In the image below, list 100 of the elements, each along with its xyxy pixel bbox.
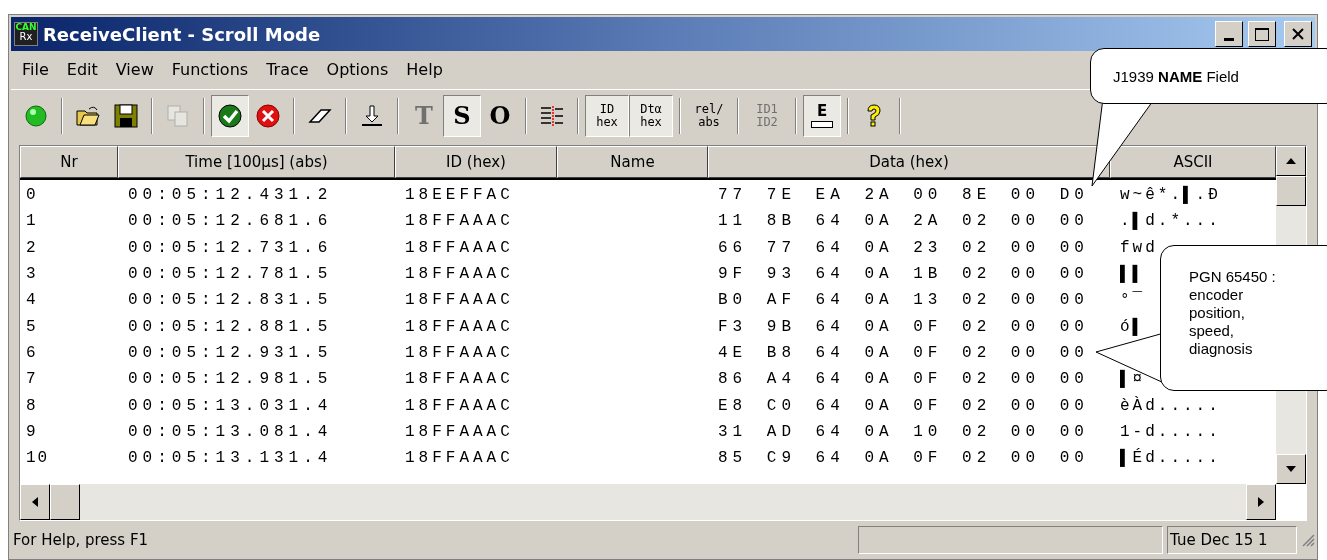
toolbar-button[interactable]: Dtα hex <box>629 94 673 137</box>
table-cell-text: F3 9B 64 0A 0F 02 00 00 <box>717 318 1090 335</box>
table-cell-text: 18FFAAAC <box>404 423 515 440</box>
table-cell-text: 7 <box>25 371 39 388</box>
scroll-left-button[interactable] <box>20 484 50 520</box>
table-cell-text: 18FFAAAC <box>404 239 515 256</box>
table-cell: ▌¤ <box>1120 371 1146 388</box>
right-arrow-icon <box>1258 497 1264 507</box>
status-text: For Help, press F1 <box>12 529 150 551</box>
table-cell-text: 4E B8 64 0A 0F 02 00 00 <box>717 344 1090 361</box>
table-cell-text: 8 <box>25 397 39 414</box>
table-cell-text: 0 <box>25 187 39 204</box>
table-cell-text: 00:05:12.681.6 <box>127 213 334 230</box>
table-cell-text: 00:05:13.031.4 <box>127 397 334 414</box>
table-cell-text: 00:05:12.781.5 <box>127 266 334 283</box>
table-cell-text: 9F 93 64 0A 1B 02 00 00 <box>717 266 1090 283</box>
menu-item[interactable]: Edit <box>57 58 107 82</box>
table-cell-text: 18EEFFAC <box>404 187 515 204</box>
scroll-down-button[interactable] <box>1276 454 1306 484</box>
column-header[interactable]: Name <box>557 146 708 178</box>
down-arrow-icon <box>1286 466 1296 472</box>
up-arrow-icon <box>1286 158 1296 164</box>
scroll-right-button[interactable] <box>1246 484 1276 520</box>
scroll-thumb[interactable] <box>1276 176 1306 206</box>
toolbar-button[interactable] <box>211 94 249 137</box>
scroll-thumb[interactable] <box>50 484 80 520</box>
minimize-icon <box>1224 38 1234 41</box>
table-cell: °¯ <box>1120 292 1146 309</box>
table-cell-text: 77 7E EA 2A 00 8E 00 D0 <box>717 187 1090 204</box>
table-cell-text: 5 <box>25 318 39 335</box>
close-icon <box>1292 28 1304 40</box>
column-header[interactable]: ASCII <box>1110 146 1276 178</box>
table-cell-text: 2 <box>25 239 39 256</box>
table-cell-text: 00:05:12.931.5 <box>127 344 334 361</box>
toolbar-button[interactable]: O <box>481 94 519 137</box>
table-cell-text: 18FFAAAC <box>404 213 515 230</box>
table-cell-text: 18FFAAAC <box>404 344 515 361</box>
column-header[interactable]: ID (hex) <box>395 146 557 178</box>
left-arrow-icon <box>32 497 38 507</box>
toolbar-button[interactable]: S <box>443 94 481 137</box>
menu-item[interactable]: Options <box>317 58 398 82</box>
table-cell-text: 10 <box>25 450 51 467</box>
table-cell-text: 00:05:12.881.5 <box>127 318 334 335</box>
close-button[interactable] <box>1284 21 1312 47</box>
table-cell-text: 18FFAAAC <box>404 450 515 467</box>
maximize-icon <box>1255 27 1269 41</box>
table-cell-text: 11 8B 64 0A 2A 02 00 00 <box>717 213 1090 230</box>
table-cell: .▌d.*... <box>1120 213 1221 230</box>
cancel-icon <box>255 102 281 129</box>
led-icon <box>23 102 49 129</box>
table-cell-text: 18FFAAAC <box>404 397 515 414</box>
table-cell-text: 85 C9 64 0A 0F 02 00 00 <box>717 450 1090 467</box>
menu-item[interactable]: Trace <box>257 58 318 82</box>
table-cell-text: 00:05:13.131.4 <box>127 450 334 467</box>
scroll-up-button[interactable] <box>1276 146 1306 176</box>
menu-item[interactable]: Help <box>397 58 452 82</box>
app-icon: CAN Rx <box>14 22 38 46</box>
resize-grip-icon[interactable] <box>1301 533 1315 547</box>
table-cell-text: 6 <box>25 344 39 361</box>
table-cell-text: 00:05:12.731.6 <box>127 239 334 256</box>
table-cell-text: 18FFAAAC <box>404 266 515 283</box>
table-cell-text: 31 AD 64 0A 10 02 00 00 <box>717 423 1090 440</box>
toolbar-button[interactable]: E <box>803 94 841 137</box>
table-cell-text: 9 <box>25 423 39 440</box>
status-clock: Tue Dec 15 1 <box>1167 526 1297 554</box>
table-cell: ▌Éd..... <box>1120 450 1221 467</box>
table-cell-text: 00:05:12.831.5 <box>127 292 334 309</box>
table-cell: w~ê*.▌.Ð <box>1120 187 1221 204</box>
download-icon <box>359 102 385 129</box>
window-title: ReceiveClient - Scroll Mode <box>43 22 321 47</box>
table-cell-text: 1 <box>25 213 39 230</box>
column-header[interactable]: Nr <box>20 146 118 178</box>
toolbar-button[interactable]: ID hex <box>585 94 629 137</box>
table-cell-text: 18FFAAAC <box>404 318 515 335</box>
menu-item[interactable]: Functions <box>162 58 258 82</box>
table-cell-text: 18FFAAAC <box>404 371 515 388</box>
table-cell-text: 00:05:12.431.2 <box>127 187 334 204</box>
minimize-button[interactable] <box>1215 21 1243 47</box>
copy-icon <box>165 102 191 129</box>
check-icon <box>217 102 243 129</box>
table-cell-text: B0 AF 64 0A 13 02 00 00 <box>717 292 1090 309</box>
menu-item[interactable]: View <box>106 58 163 82</box>
menu-item[interactable]: File <box>13 58 58 82</box>
table-cell: ó▌ <box>1120 318 1146 335</box>
table-cell-text: 00:05:13.081.4 <box>127 423 334 440</box>
column-header[interactable]: Data (hex) <box>708 146 1110 178</box>
column-header[interactable]: Time [100µs] (abs) <box>118 146 395 178</box>
table-cell-text: 18FFAAAC <box>404 292 515 309</box>
horizontal-scrollbar[interactable] <box>20 484 1276 520</box>
table-cell-text: E8 C0 64 0A 0F 02 00 00 <box>717 397 1090 414</box>
table-cell-text: 4 <box>25 292 39 309</box>
table-cell: 1-d..... <box>1120 423 1221 440</box>
toolbar-button[interactable]: rel/ abs <box>687 94 731 137</box>
maximize-button[interactable] <box>1248 21 1276 47</box>
bar-icon <box>811 120 833 128</box>
table-cell-text: 3 <box>25 266 39 283</box>
table-cell-text: 66 77 64 0A 23 02 00 00 <box>717 239 1090 256</box>
table-cell: fwd <box>1120 239 1158 256</box>
table-cell: èÀd..... <box>1120 397 1221 414</box>
callout-tooltip: PGN 65450 : encoder position, speed, diagnosis <box>1160 245 1327 391</box>
